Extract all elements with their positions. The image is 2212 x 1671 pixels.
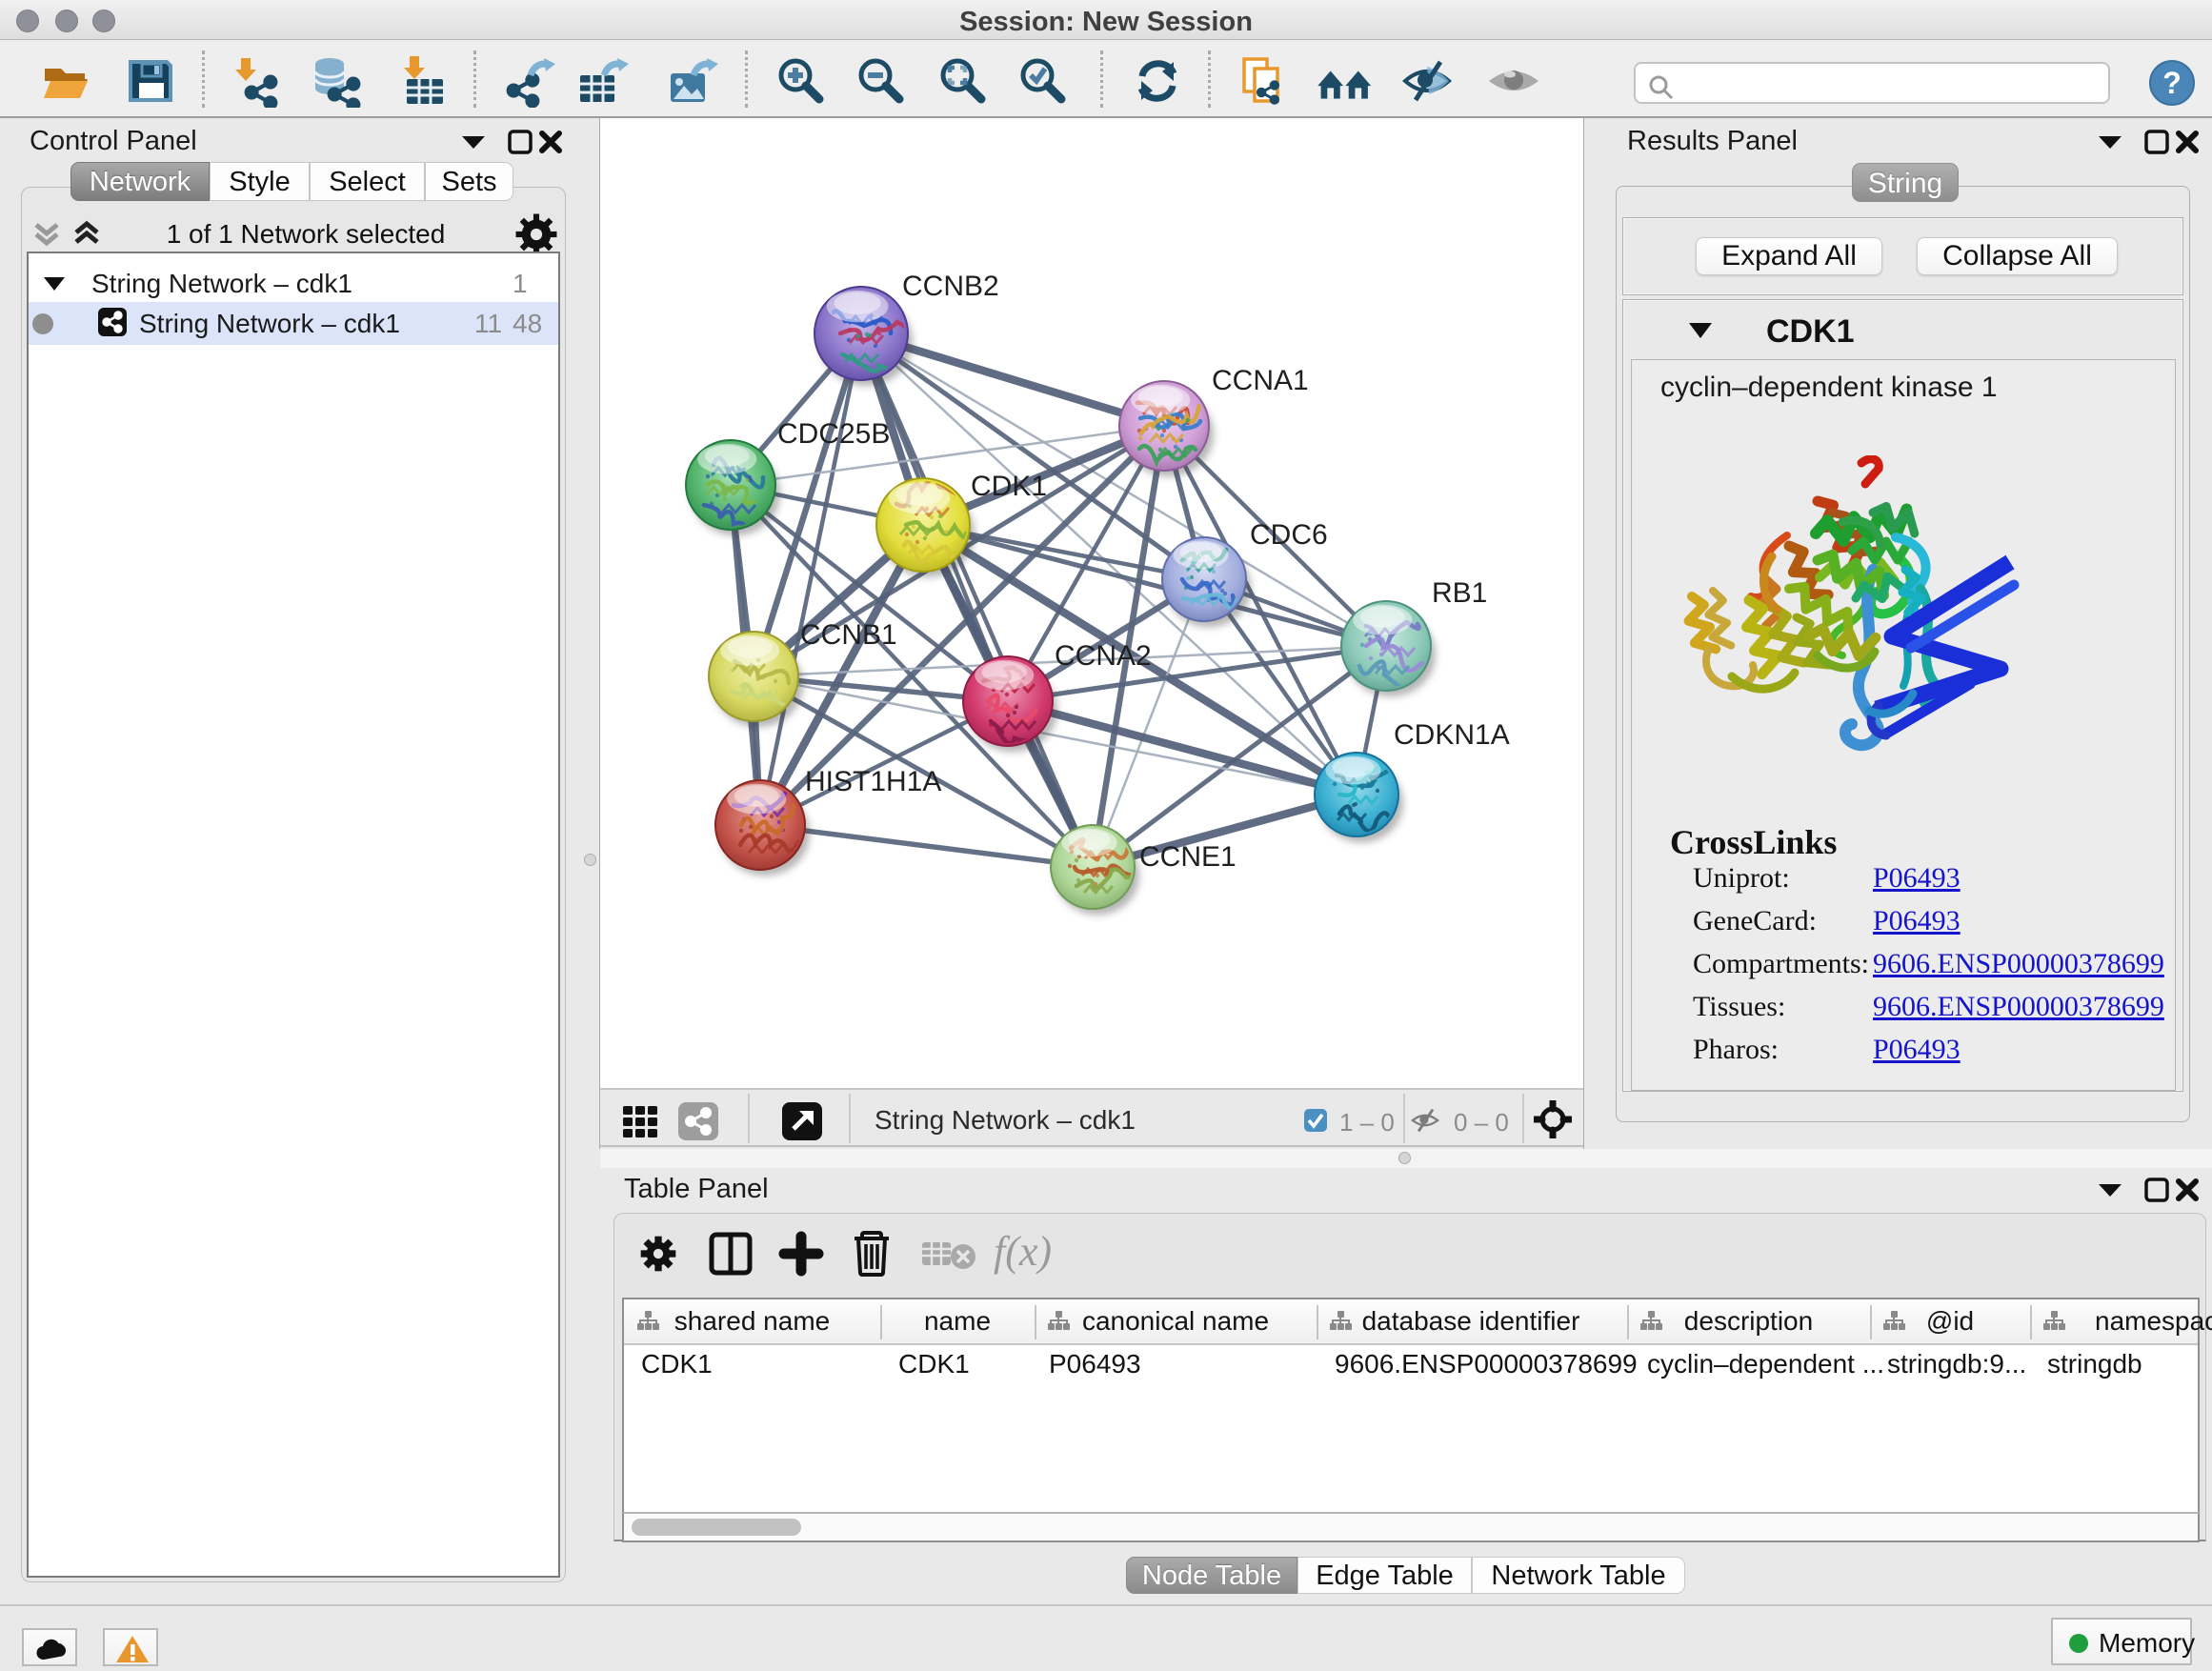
svg-text:CDKN1A: CDKN1A <box>1394 719 1510 751</box>
svg-text:?: ? <box>2162 66 2182 100</box>
svg-text:CDC25B: CDC25B <box>777 418 890 450</box>
svg-text:RB1: RB1 <box>1432 577 1487 609</box>
svg-text:CDK1: CDK1 <box>971 471 1047 502</box>
svg-text:CCNE1: CCNE1 <box>1139 841 1237 873</box>
svg-text:CDC6: CDC6 <box>1250 519 1328 551</box>
svg-text:CCNB2: CCNB2 <box>902 271 999 302</box>
svg-text:CCNB1: CCNB1 <box>800 619 897 651</box>
svg-text:CCNA1: CCNA1 <box>1212 365 1309 396</box>
svg-text:HIST1H1A: HIST1H1A <box>805 766 941 797</box>
svg-text:CCNA2: CCNA2 <box>1055 640 1152 672</box>
